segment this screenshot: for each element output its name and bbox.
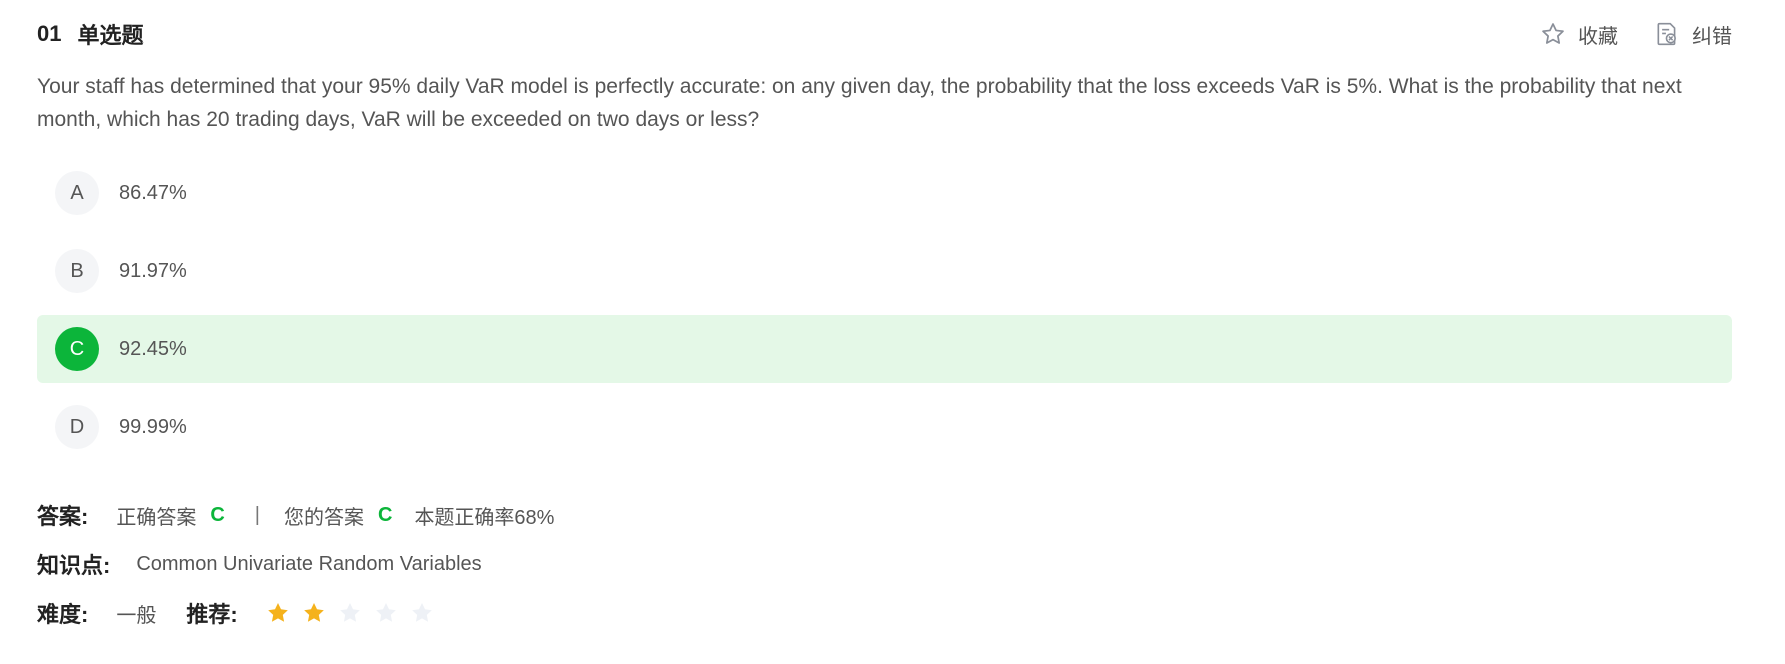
your-answer-label: 您的答案 [283, 506, 364, 529]
option-d[interactable]: D 99.99% [37, 393, 1732, 461]
question-header: 01 单选题 收藏 纠错 [37, 18, 1732, 50]
correct-answer-value: C [210, 503, 225, 526]
accuracy-rate: 本题正确率68% [414, 506, 555, 529]
option-c[interactable]: C 92.45% [37, 315, 1732, 383]
answer-row: 答案: 正确答案 C | 您的答案 C 本题正确率68% [37, 500, 554, 530]
option-letter: C [55, 327, 99, 371]
star-empty-icon [339, 603, 360, 622]
option-text: 86.47% [119, 181, 187, 204]
star-filled-icon [267, 603, 288, 622]
difficulty-value: 一般 [116, 604, 157, 627]
option-b[interactable]: B 91.97% [37, 237, 1732, 305]
recommend-rating [266, 601, 446, 625]
star-outline-icon [1540, 21, 1566, 47]
question-title: 01 单选题 [37, 18, 144, 50]
star-empty-icon [375, 603, 396, 622]
knowledge-point-label: 知识点: [37, 553, 111, 578]
option-text: 99.99% [119, 415, 187, 438]
answer-separator: | [254, 503, 260, 526]
difficulty-label: 难度: [37, 602, 89, 627]
option-letter: A [55, 171, 99, 215]
knowledge-point-row: 知识点: Common Univariate Random Variables [37, 549, 482, 579]
question-actions: 收藏 纠错 [1540, 20, 1732, 49]
question-text: Your staff has determined that your 95% … [37, 75, 1682, 131]
question-card: 01 单选题 收藏 纠错 Your staff has determined t… [0, 0, 1785, 664]
option-letter: D [55, 405, 99, 449]
report-error-button[interactable]: 纠错 [1654, 20, 1732, 49]
recommend-label: 推荐: [186, 602, 238, 627]
correct-answer-label: 正确答案 [116, 506, 197, 529]
document-error-icon [1654, 21, 1680, 47]
star-empty-icon [411, 603, 432, 622]
question-number: 01 [37, 21, 62, 46]
option-text: 92.45% [119, 337, 187, 360]
your-answer-value: C [377, 503, 393, 526]
difficulty-row: 难度: 一般 推荐: [37, 598, 446, 628]
question-type: 单选题 [77, 23, 144, 48]
report-label: 纠错 [1692, 25, 1732, 48]
star-filled-icon [303, 603, 324, 622]
answer-label: 答案: [37, 504, 89, 529]
favorite-button[interactable]: 收藏 [1540, 20, 1618, 49]
option-a[interactable]: A 86.47% [37, 159, 1732, 227]
options-list: A 86.47% B 91.97% C 92.45% D 99.99% [37, 159, 1732, 471]
favorite-label: 收藏 [1578, 25, 1618, 48]
option-letter: B [55, 249, 99, 293]
knowledge-point-value: Common Univariate Random Variables [136, 552, 482, 575]
option-text: 91.97% [119, 259, 187, 282]
